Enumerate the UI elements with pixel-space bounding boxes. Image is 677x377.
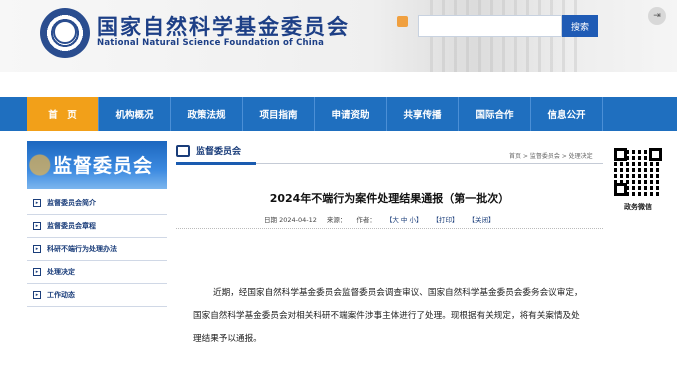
sidebar-item-label: 监督委员会简介: [47, 199, 96, 207]
document-icon: [176, 144, 190, 157]
sidebar-banner: 监督委员会: [27, 141, 167, 189]
nsfc-logo-inner-ring: [53, 20, 77, 44]
sidebar-item-charter[interactable]: ▸ 监督委员会章程: [27, 215, 167, 238]
nav-item-policy[interactable]: 政策法规: [171, 97, 243, 131]
qr-caption: 政务微信: [624, 203, 652, 211]
sidebar-item-intro[interactable]: ▸ 监督委员会简介: [27, 192, 167, 215]
article-source: 来源：: [326, 216, 347, 224]
sidebar-item-label: 科研不端行为处理办法: [47, 245, 117, 253]
sidebar-banner-title: 监督委员会: [53, 155, 154, 177]
close-link[interactable]: 【关闭】: [468, 214, 494, 224]
nav-item-guide[interactable]: 项目指南: [243, 97, 315, 131]
qr-finder-pattern: [649, 148, 662, 161]
main-nav: 首 页 机构概况 政策法规 项目指南 申请资助 共享传播 国际合作 信息公开: [0, 97, 677, 131]
sidebar-item-decisions[interactable]: ▸ 处理决定: [27, 261, 167, 284]
article-author: 作者：: [356, 216, 376, 224]
nav-item-intl[interactable]: 国际合作: [459, 97, 531, 131]
sidebar-item-misconduct-rules[interactable]: ▸ 科研不端行为处理办法: [27, 238, 167, 261]
sidebar-menu: ▸ 监督委员会简介 ▸ 监督委员会章程 ▸ 科研不端行为处理办法 ▸ 处理决定 …: [27, 192, 167, 307]
qr-finder-pattern: [614, 183, 627, 196]
nav-fill: [603, 97, 677, 131]
nav-item-share[interactable]: 共享传播: [387, 97, 459, 131]
site-subtitle: National Natural Science Foundation of C…: [97, 38, 325, 48]
article-body: 近期，经国家自然科学基金委员会监督委员会调查审议、国家自然科学基金委员会委务会议…: [193, 288, 583, 344]
nav-item-apply[interactable]: 申请资助: [315, 97, 387, 131]
site-header: 国家自然科学基金委员会 National Natural Science Fou…: [0, 0, 677, 72]
meta-divider: [176, 228, 603, 229]
chevron-right-icon: ▸: [33, 245, 41, 253]
chevron-right-icon: ▸: [33, 199, 41, 207]
chevron-right-icon: ▸: [33, 268, 41, 276]
nav-item-disclosure[interactable]: 信息公开: [531, 97, 603, 131]
breadcrumb[interactable]: 首页 > 监督委员会 > 处理决定: [509, 151, 593, 160]
font-size-toggle[interactable]: 【大 中 小】: [386, 214, 423, 224]
sidebar-item-label: 处理决定: [47, 268, 75, 276]
section-divider-accent: [176, 162, 256, 165]
sidebar-item-news[interactable]: ▸ 工作动态: [27, 284, 167, 307]
nav-item-home[interactable]: 首 页: [27, 97, 99, 131]
section-tab-label: 监督委员会: [196, 147, 242, 157]
search-button[interactable]: 搜索: [562, 15, 598, 37]
sidebar-item-label: 监督委员会章程: [47, 222, 96, 230]
article-date: 日期 2024-04-12: [264, 216, 317, 224]
exit-icon[interactable]: ⇥: [648, 7, 666, 25]
chevron-right-icon: ▸: [33, 222, 41, 230]
sidebar-item-label: 工作动态: [47, 291, 75, 299]
search-icon: [397, 16, 408, 27]
qr-finder-pattern: [614, 148, 627, 161]
nav-item-about[interactable]: 机构概况: [99, 97, 171, 131]
article-meta: 日期 2024-04-12 来源： 作者： 【大 中 小】 【打印】 【关闭】: [264, 214, 494, 224]
section-tab: 监督委员会: [176, 144, 241, 157]
search-input[interactable]: [418, 15, 562, 37]
article-title: 2024年不端行为案件处理结果通报（第一批次）: [269, 192, 510, 205]
site-title[interactable]: 国家自然科学基金委员会: [97, 11, 350, 41]
chevron-right-icon: ▸: [33, 291, 41, 299]
print-link[interactable]: 【打印】: [432, 214, 458, 224]
